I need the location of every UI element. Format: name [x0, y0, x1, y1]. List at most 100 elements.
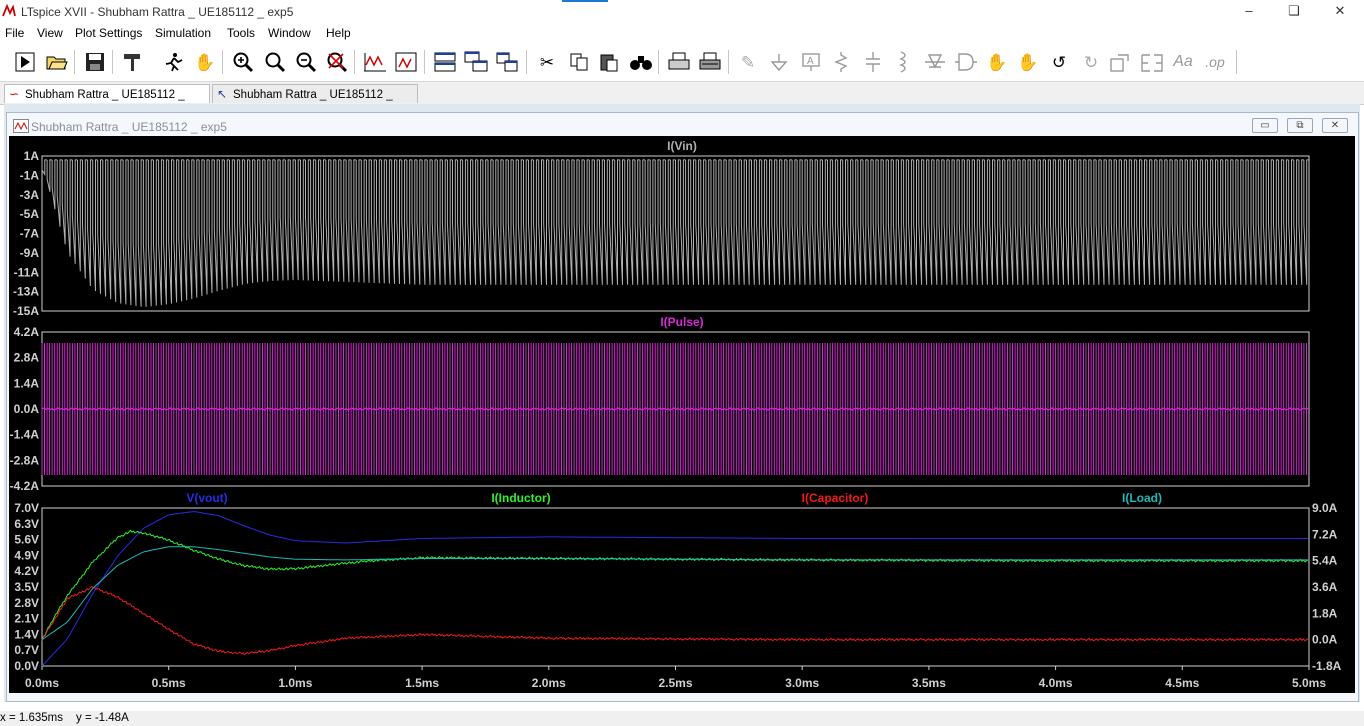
- rotate-icon[interactable]: [1108, 49, 1134, 75]
- cursor-y-readout: y = -1.48A: [76, 712, 129, 724]
- pulse-y-tick-label: 2.8A: [14, 351, 40, 365]
- vin-y-tick-label: -7A: [20, 227, 40, 241]
- menu-view[interactable]: View: [37, 26, 63, 40]
- toolbar-separator: [354, 50, 355, 74]
- mark-text-icon[interactable]: [393, 49, 419, 75]
- zoom-area-icon[interactable]: [262, 49, 288, 75]
- tile-windows-icon[interactable]: [494, 49, 520, 75]
- spice-directive-icon[interactable]: .op: [1202, 49, 1228, 75]
- toolbar-separator: [112, 50, 113, 74]
- print-icon[interactable]: [666, 49, 692, 75]
- text-aa-icon[interactable]: Aa: [1170, 49, 1196, 75]
- paste-clipboard-icon[interactable]: [596, 49, 622, 75]
- multi-pane-frame: [41, 507, 1310, 667]
- redo-icon[interactable]: ↻: [1078, 49, 1104, 75]
- capacitor-icon[interactable]: [860, 49, 886, 75]
- toolbar: ✋ ✂ ✎ A ✋ ✋ ↺ ↻ Aa .op: [0, 44, 1364, 82]
- zoom-in-icon[interactable]: [230, 49, 256, 75]
- save-icon[interactable]: [82, 49, 108, 75]
- cursor-x-readout: x = 1.635ms: [0, 712, 63, 724]
- pan-hand-icon[interactable]: ✋: [192, 49, 218, 75]
- window-title: LTspice XVII - Shubham Rattra _ UE185112…: [21, 5, 294, 19]
- schematic-tab-icon: ↖: [217, 87, 228, 101]
- svg-text:A: A: [807, 56, 814, 67]
- maximize-button[interactable]: ❏: [1284, 3, 1304, 19]
- control-panel-hammer-icon[interactable]: [120, 49, 146, 75]
- move-hand-icon[interactable]: ✋: [984, 49, 1010, 75]
- vin-y-tick-label: -1A: [20, 168, 40, 182]
- tile-horizontal-icon[interactable]: [432, 49, 458, 75]
- status-bar: x = 1.635ms y = -1.48A: [0, 711, 1364, 726]
- autorange-icon[interactable]: [362, 49, 388, 75]
- zoom-cancel-icon[interactable]: [324, 49, 350, 75]
- find-binoculars-icon[interactable]: [628, 49, 654, 75]
- toolbar-separator: [74, 50, 75, 74]
- close-button[interactable]: ✕: [1330, 3, 1350, 19]
- left-y-tick-label: 2.8V: [14, 596, 39, 610]
- undo-icon[interactable]: ↺: [1046, 49, 1072, 75]
- tab-schematic[interactable]: ↖Shubham Rattra _ UE185112 _ exp5: [212, 84, 418, 120]
- minimize-button[interactable]: –: [1239, 3, 1259, 19]
- trace-title-icapacitor: I(Capacitor): [802, 491, 869, 505]
- subwindow-minimize-button[interactable]: ▭: [1252, 118, 1278, 133]
- right-y-tick-label: 3.6A: [1312, 580, 1338, 594]
- tab-waveform[interactable]: ∽Shubham Rattra _ UE185112 _ exp5: [4, 84, 210, 120]
- menu-plot-settings[interactable]: Plot Settings: [75, 26, 142, 40]
- label-net-icon[interactable]: A: [798, 49, 824, 75]
- component-icon[interactable]: [952, 49, 978, 75]
- pulse-y-tick-label: -4.2A: [10, 479, 40, 493]
- menu-tools[interactable]: Tools: [227, 26, 255, 40]
- subwindow-close-button[interactable]: ✕: [1322, 118, 1348, 133]
- vin-y-tick-label: -13A: [13, 285, 39, 299]
- menu-window[interactable]: Window: [268, 26, 311, 40]
- right-y-tick-label: -1.8A: [1312, 659, 1342, 673]
- x-tick-label: 1.0ms: [278, 676, 312, 690]
- menu-file[interactable]: File: [5, 26, 24, 40]
- x-tick-label: 5.0ms: [1292, 676, 1326, 690]
- subwindow-restore-button[interactable]: ⧉: [1287, 118, 1313, 133]
- x-tick-label: 3.5ms: [912, 676, 946, 690]
- toolbar-separator: [526, 50, 527, 74]
- x-tick-label: 3.0ms: [785, 676, 819, 690]
- x-tick-label: 0.5ms: [152, 676, 186, 690]
- right-y-tick-label: 1.8A: [1312, 606, 1338, 620]
- pulse-trace-title: I(Pulse): [660, 315, 703, 329]
- right-y-tick-label: 5.4A: [1312, 554, 1338, 568]
- trace-vvout: [41, 511, 1308, 667]
- pulse-y-tick-label: 1.4A: [14, 376, 40, 390]
- toolbar-separator: [1236, 50, 1237, 74]
- trace-title-iload: I(Load): [1122, 491, 1162, 505]
- waveform-window-icon: [13, 119, 29, 133]
- trace-icapacitor: [41, 585, 1309, 656]
- diode-icon[interactable]: [922, 49, 948, 75]
- ground-icon[interactable]: [766, 49, 792, 75]
- menu-simulation[interactable]: Simulation: [155, 26, 211, 40]
- title-bar: LTspice XVII - Shubham Rattra _ UE185112…: [0, 0, 1364, 24]
- x-tick-label: 4.0ms: [1039, 676, 1073, 690]
- waveform-plot-area[interactable]: I(Vin) 1A -1A -3A -5A -7A -9A -11A -13A -15A I(Pul…: [9, 136, 1355, 693]
- inductor-icon[interactable]: [890, 49, 916, 75]
- left-y-tick-label: 6.3V: [14, 517, 39, 531]
- document-tab-bar: ∽Shubham Rattra _ UE185112 _ exp5 ↖Shubh…: [0, 82, 1364, 120]
- menu-help[interactable]: Help: [326, 26, 351, 40]
- pulse-y-tick-label: -2.8A: [10, 453, 40, 467]
- cascade-windows-icon[interactable]: [463, 49, 489, 75]
- mirror-icon[interactable]: [1139, 49, 1165, 75]
- left-y-tick-label: 5.6V: [14, 533, 39, 547]
- drag-hand-icon[interactable]: ✋: [1015, 49, 1041, 75]
- pulse-trace: [41, 343, 1309, 475]
- trace-title-iinductor: I(Inductor): [491, 491, 550, 505]
- vin-trace: [41, 159, 1309, 307]
- waveform-plot-svg[interactable]: I(Vin) 1A -1A -3A -5A -7A -9A -11A -13A -15A I(Pul…: [9, 136, 1355, 693]
- open-folder-icon[interactable]: [44, 49, 70, 75]
- run-icon[interactable]: [12, 49, 38, 75]
- left-y-tick-label: 4.2V: [14, 564, 39, 578]
- cut-scissors-icon[interactable]: ✂: [534, 49, 560, 75]
- wire-pencil-icon[interactable]: ✎: [735, 49, 761, 75]
- copy-icon[interactable]: [566, 49, 592, 75]
- resistor-icon[interactable]: [828, 49, 854, 75]
- print-setup-icon[interactable]: [697, 49, 723, 75]
- zoom-out-icon[interactable]: [293, 49, 319, 75]
- vin-y-tick-label: 1A: [24, 149, 40, 163]
- run-halt-running-man-icon[interactable]: [160, 49, 186, 75]
